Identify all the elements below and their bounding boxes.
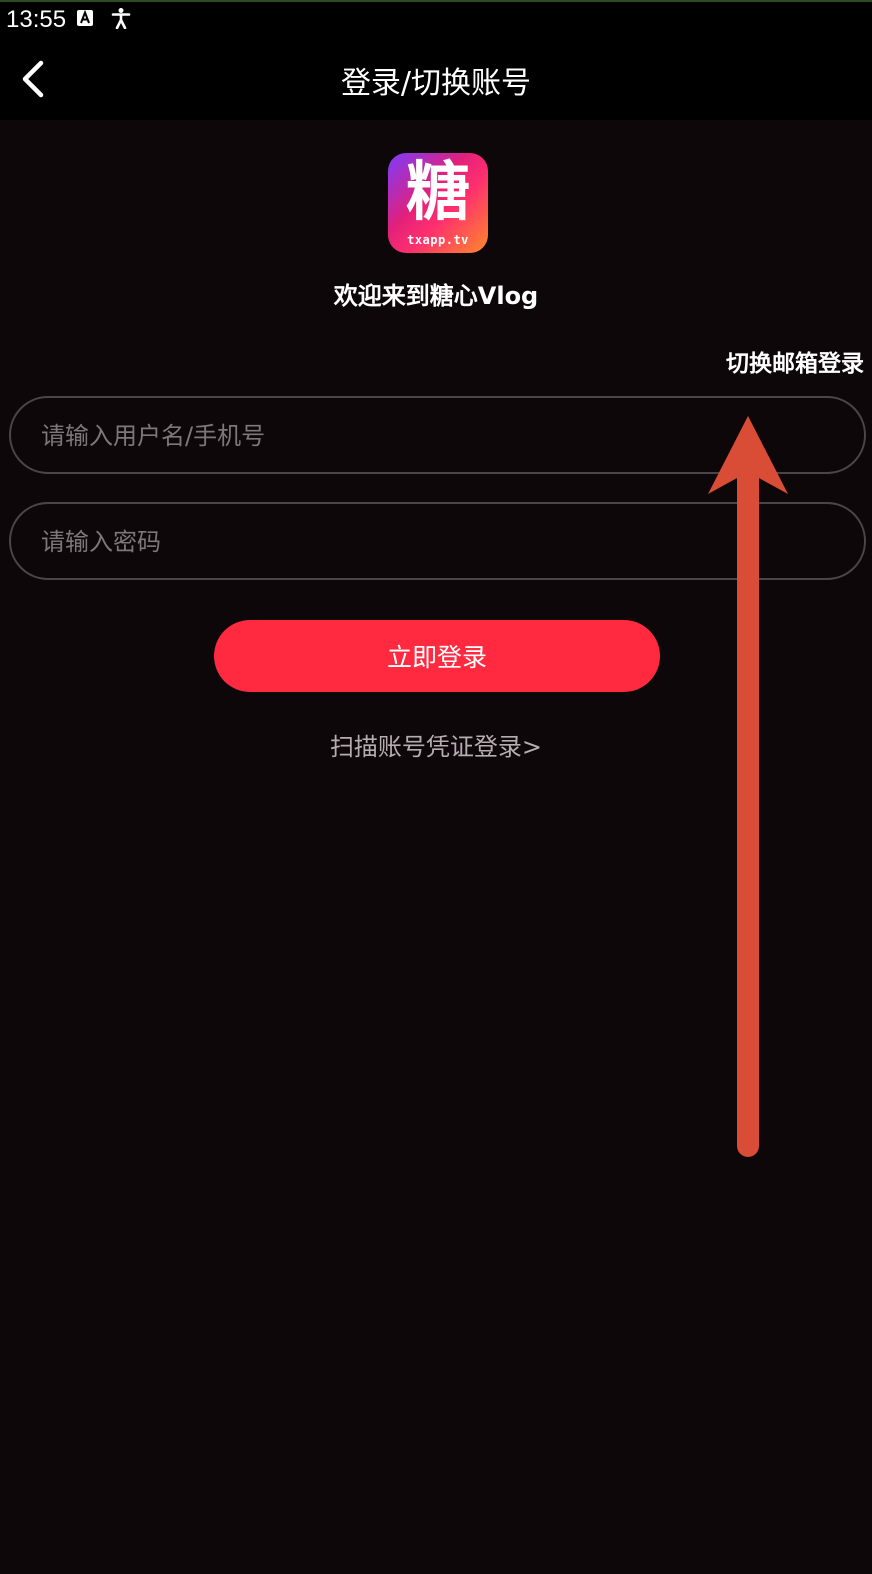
password-field[interactable] [9, 502, 866, 580]
switch-email-login-link[interactable]: 切换邮箱登录 [726, 344, 864, 378]
login-screen: 13:55 登录/切换账号 糖 txapp.tv 欢迎来到糖心Vlog 切换邮箱… [0, 0, 872, 1574]
text-a-icon [76, 9, 94, 27]
scan-credential-login-link[interactable]: 扫描账号凭证登录> [0, 727, 872, 762]
logo-caption: txapp.tv [407, 233, 469, 247]
password-input[interactable] [39, 504, 823, 580]
username-field[interactable] [9, 396, 866, 474]
username-input[interactable] [39, 398, 823, 474]
page-title: 登录/切换账号 [340, 66, 532, 101]
app-header: 登录/切换账号 [0, 40, 872, 120]
status-time: 13:55 [6, 6, 67, 33]
accessibility-icon [110, 7, 132, 30]
app-logo: 糖 txapp.tv [388, 153, 488, 253]
logo-glyph: 糖 [406, 156, 470, 230]
status-bar: 13:55 [0, 0, 872, 40]
welcome-text: 欢迎来到糖心Vlog [333, 282, 539, 310]
login-button[interactable]: 立即登录 [214, 620, 660, 692]
